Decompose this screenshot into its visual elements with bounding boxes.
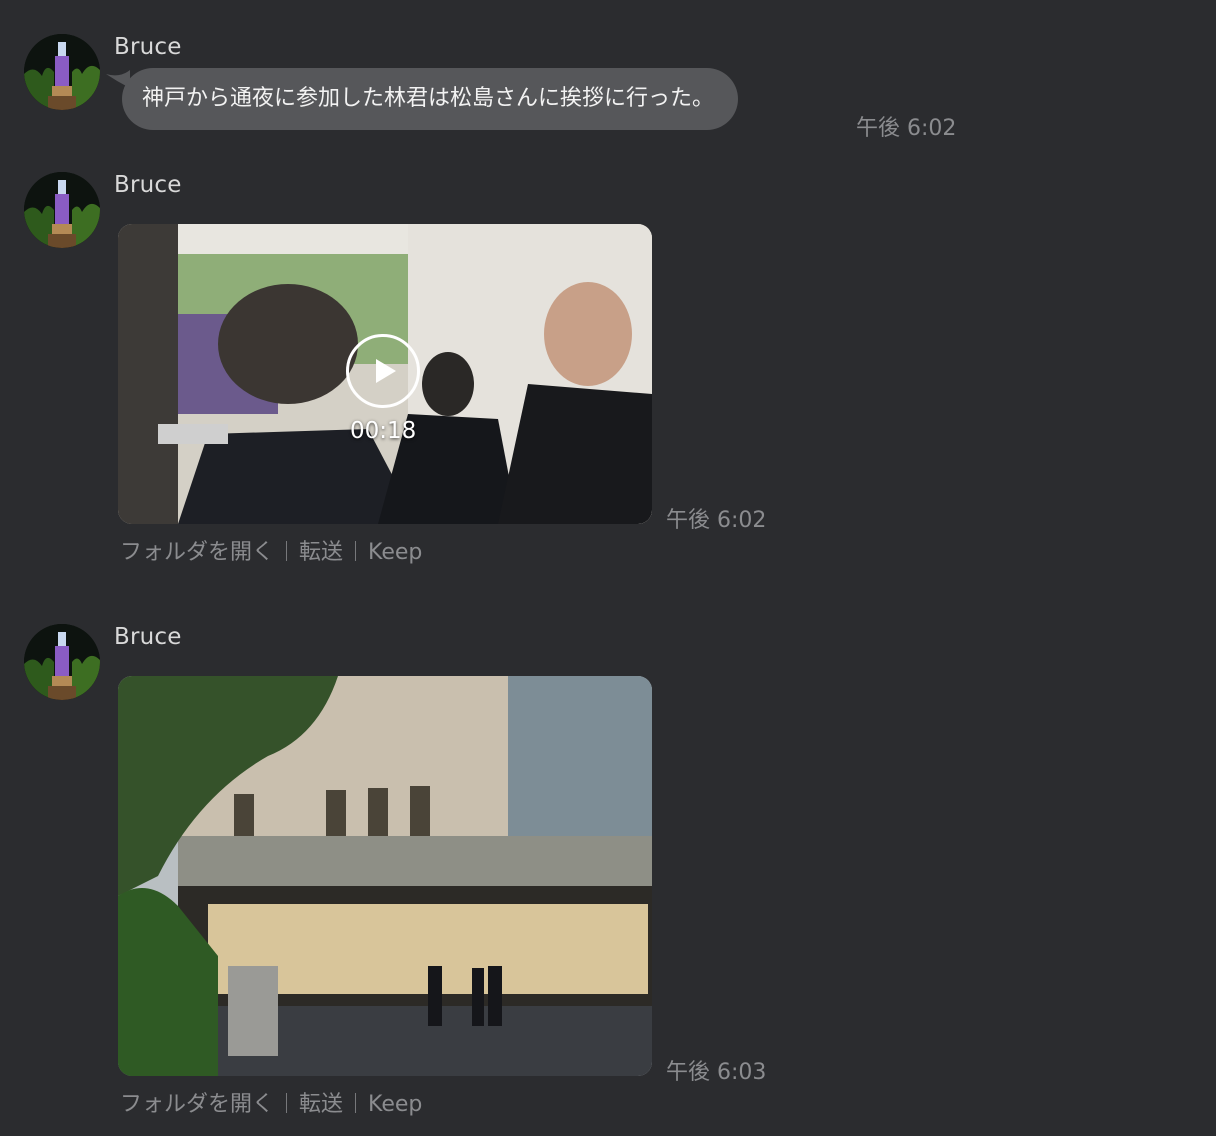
- photo-thumbnail[interactable]: [118, 676, 652, 1076]
- sender-name: Bruce: [114, 624, 182, 650]
- sender-avatar[interactable]: [24, 34, 100, 110]
- message-bubble[interactable]: 神戸から通夜に参加した林君は松島さんに挨拶に行った。: [122, 68, 739, 130]
- message-time: 午後 6:02: [666, 508, 767, 533]
- building-photo-image: [118, 676, 652, 1076]
- media-actions: フォルダを開く 転送 Keep: [120, 534, 422, 566]
- forward-link[interactable]: 転送: [299, 1092, 343, 1117]
- sender-avatar[interactable]: [24, 172, 100, 248]
- video-thumbnail[interactable]: 00:18: [118, 224, 652, 524]
- divider: [355, 541, 357, 561]
- divider: [286, 541, 288, 561]
- forward-link[interactable]: 転送: [299, 540, 343, 565]
- message-time: 午後 6:03: [666, 1060, 767, 1085]
- message-text: 神戸から通夜に参加した林君は松島さんに挨拶に行った。: [142, 86, 715, 111]
- message-time: 午後 6:02: [856, 116, 957, 141]
- keep-link[interactable]: Keep: [368, 540, 422, 565]
- open-folder-link[interactable]: フォルダを開く: [120, 540, 274, 565]
- play-button[interactable]: [346, 334, 420, 408]
- sender-avatar[interactable]: [24, 624, 100, 700]
- divider: [355, 1093, 357, 1113]
- sender-name: Bruce: [114, 34, 182, 60]
- sender-name: Bruce: [114, 172, 182, 198]
- divider: [286, 1093, 288, 1113]
- keep-link[interactable]: Keep: [368, 1092, 422, 1117]
- video-duration: 00:18: [350, 418, 417, 444]
- open-folder-link[interactable]: フォルダを開く: [120, 1092, 274, 1117]
- play-icon: [376, 359, 396, 383]
- media-actions: フォルダを開く 転送 Keep: [120, 1086, 422, 1118]
